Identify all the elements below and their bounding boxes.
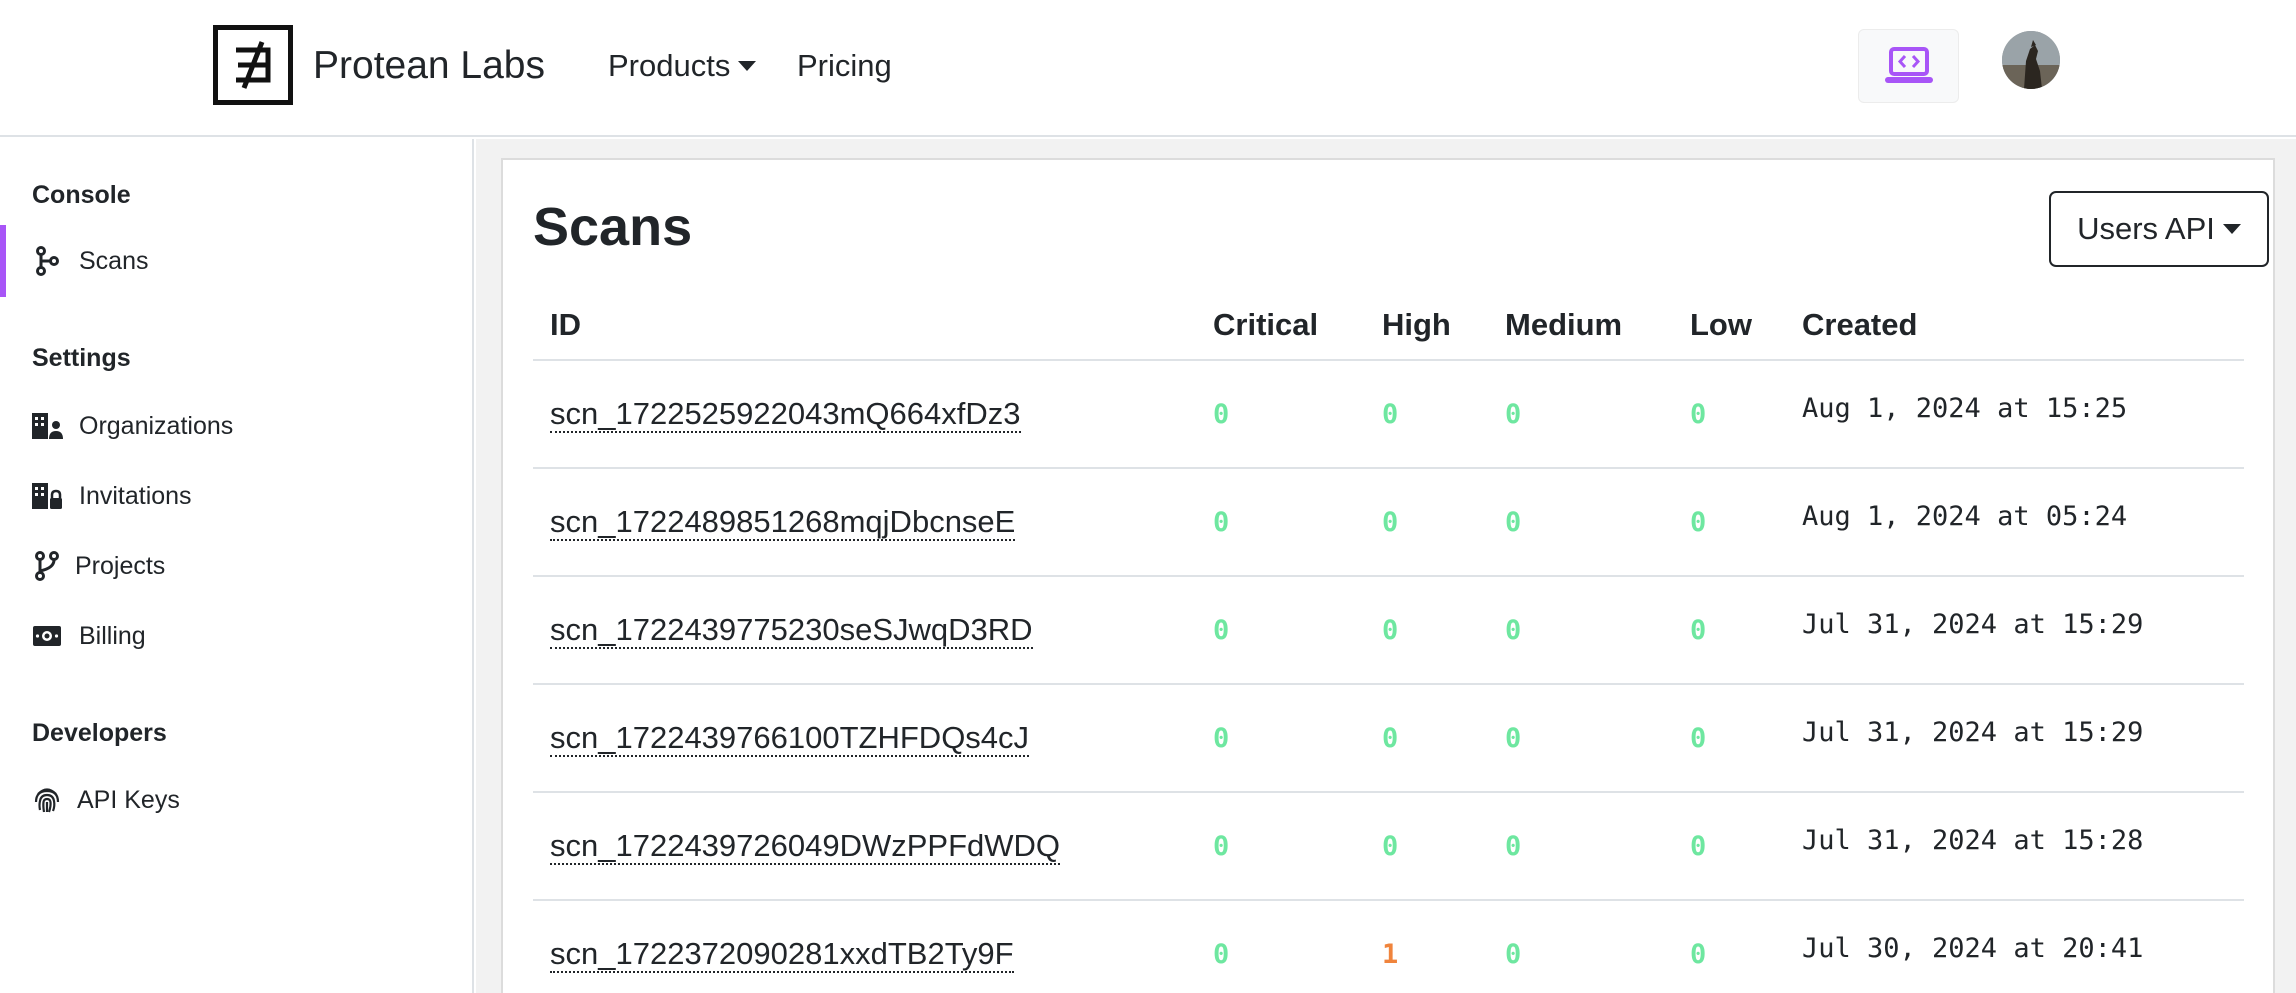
main-content: Scans Users API ID Critical High Medium … — [476, 139, 2296, 993]
column-header-high[interactable]: High — [1365, 290, 1488, 361]
nav-products-label: Products — [608, 48, 731, 83]
top-navbar: Protean Labs Products Pricing — [0, 0, 2296, 137]
low-count: 0 — [1690, 506, 1707, 538]
nav-pricing-link[interactable]: Pricing — [797, 48, 892, 84]
sidebar-item-organizations[interactable]: Organizations — [0, 390, 472, 462]
brand-name[interactable]: Protean Labs — [313, 44, 545, 88]
column-header-medium[interactable]: Medium — [1488, 290, 1673, 361]
created-timestamp: Jul 31, 2024 at 15:29 — [1802, 608, 2144, 640]
table-row[interactable]: scn_1722372090281xxdTB2Ty9F 0 1 0 0 Jul … — [533, 900, 2244, 993]
table-row[interactable]: scn_1722439766100TZHFDQs4cJ 0 0 0 0 Jul … — [533, 684, 2244, 793]
high-count: 0 — [1382, 830, 1399, 862]
scan-id-link[interactable]: scn_1722525922043mQ664xfDz3 — [550, 396, 1021, 434]
caret-down-icon — [738, 61, 757, 71]
created-timestamp: Aug 1, 2024 at 15:25 — [1802, 392, 2128, 424]
medium-count: 0 — [1505, 398, 1522, 430]
table-row[interactable]: scn_1722489851268mqjDbcnseE 0 0 0 0 Aug … — [533, 468, 2244, 577]
created-timestamp: Aug 1, 2024 at 05:24 — [1802, 500, 2128, 532]
laptop-code-icon — [1884, 47, 1933, 83]
sidebar-item-label: Scans — [79, 246, 149, 275]
critical-count: 0 — [1213, 722, 1230, 754]
git-branch-icon — [31, 245, 63, 277]
table-row[interactable]: scn_1722439726049DWzPPFdWDQ 0 0 0 0 Jul … — [533, 792, 2244, 901]
table-row[interactable]: scn_1722439775230seSJwqD3RD 0 0 0 0 Jul … — [533, 576, 2244, 685]
sidebar-item-label: API Keys — [77, 785, 180, 814]
building-user-icon — [31, 410, 63, 442]
scan-id-link[interactable]: scn_1722439775230seSJwqD3RD — [550, 612, 1033, 650]
project-selector-label: Users API — [2077, 211, 2215, 246]
low-count: 0 — [1690, 830, 1707, 862]
nav-products-dropdown[interactable]: Products — [608, 48, 757, 84]
sidebar-section-developers: Developers — [32, 719, 167, 747]
cash-icon — [31, 620, 63, 652]
scans-table: ID Critical High Medium Low Created scn_… — [533, 290, 2244, 993]
column-header-critical[interactable]: Critical — [1196, 290, 1365, 361]
low-count: 0 — [1690, 722, 1707, 754]
high-count: 1 — [1382, 938, 1399, 970]
table-row[interactable]: scn_1722525922043mQ664xfDz3 0 0 0 0 Aug … — [533, 360, 2244, 469]
scan-id-link[interactable]: scn_1722372090281xxdTB2Ty9F — [550, 936, 1014, 974]
git-fork-icon — [31, 550, 63, 582]
created-timestamp: Jul 31, 2024 at 15:28 — [1802, 824, 2144, 856]
sidebar-item-label: Invitations — [79, 481, 192, 510]
sidebar-item-api-keys[interactable]: API Keys — [0, 764, 472, 836]
sidebar: Console Scans Settings Organizations Inv… — [0, 139, 474, 993]
high-count: 0 — [1382, 398, 1399, 430]
critical-count: 0 — [1213, 614, 1230, 646]
sidebar-item-invitations[interactable]: Invitations — [0, 460, 472, 532]
caret-down-icon — [2222, 224, 2241, 234]
created-timestamp: Jul 30, 2024 at 20:41 — [1802, 932, 2144, 964]
scans-card: Scans Users API ID Critical High Medium … — [501, 158, 2275, 993]
medium-count: 0 — [1505, 938, 1522, 970]
medium-count: 0 — [1505, 722, 1522, 754]
sidebar-item-scans[interactable]: Scans — [0, 225, 472, 297]
developer-console-button[interactable] — [1858, 29, 1959, 103]
critical-count: 0 — [1213, 830, 1230, 862]
high-count: 0 — [1382, 722, 1399, 754]
scan-id-link[interactable]: scn_1722489851268mqjDbcnseE — [550, 504, 1016, 542]
critical-count: 0 — [1213, 938, 1230, 970]
column-header-id[interactable]: ID — [533, 290, 1196, 361]
low-count: 0 — [1690, 614, 1707, 646]
low-count: 0 — [1690, 398, 1707, 430]
column-header-low[interactable]: Low — [1673, 290, 1785, 361]
high-count: 0 — [1382, 614, 1399, 646]
sidebar-section-settings: Settings — [32, 344, 131, 372]
sidebar-item-label: Organizations — [79, 411, 234, 440]
low-count: 0 — [1690, 938, 1707, 970]
critical-count: 0 — [1213, 506, 1230, 538]
sidebar-section-console: Console — [32, 181, 131, 209]
table-header-row: ID Critical High Medium Low Created — [533, 290, 2244, 361]
project-selector-dropdown[interactable]: Users API — [2049, 191, 2269, 267]
page-title: Scans — [533, 197, 693, 257]
user-avatar[interactable] — [2002, 31, 2060, 89]
building-lock-icon — [31, 480, 63, 512]
column-header-created[interactable]: Created — [1785, 290, 2244, 361]
high-count: 0 — [1382, 506, 1399, 538]
scan-id-link[interactable]: scn_1722439726049DWzPPFdWDQ — [550, 828, 1061, 866]
critical-count: 0 — [1213, 398, 1230, 430]
protean-logo-icon[interactable] — [213, 25, 293, 105]
sidebar-item-billing[interactable]: Billing — [0, 600, 472, 672]
fingerprint-icon — [31, 784, 63, 816]
sidebar-item-projects[interactable]: Projects — [0, 530, 472, 602]
medium-count: 0 — [1505, 506, 1522, 538]
medium-count: 0 — [1505, 830, 1522, 862]
sidebar-item-label: Billing — [79, 621, 146, 650]
medium-count: 0 — [1505, 614, 1522, 646]
created-timestamp: Jul 31, 2024 at 15:29 — [1802, 716, 2144, 748]
sidebar-item-label: Projects — [75, 551, 166, 580]
scan-id-link[interactable]: scn_1722439766100TZHFDQs4cJ — [550, 720, 1030, 758]
